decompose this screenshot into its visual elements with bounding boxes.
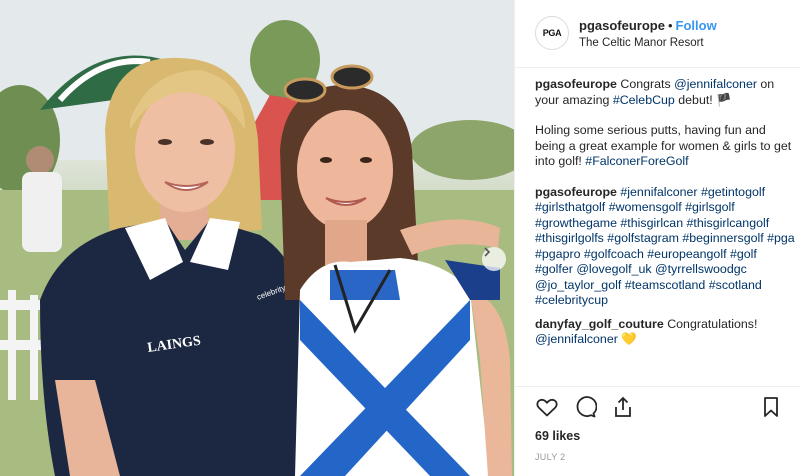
- comments-list: pgasofeurope Congrats @jennifalconer on …: [535, 77, 797, 363]
- likes-count[interactable]: 69 likes: [535, 429, 580, 443]
- caption-para2-hashtag[interactable]: #FalconerForeGolf: [585, 154, 688, 168]
- separator-dot: •: [667, 18, 673, 33]
- caption-text-mid2: debut!: [674, 92, 717, 107]
- caption-username[interactable]: pgasofeurope: [535, 77, 617, 91]
- photo-illustration: LAINGS celebrity cup: [0, 0, 514, 476]
- header-line: pgasofeurope • Follow: [579, 18, 717, 33]
- follow-button[interactable]: Follow: [676, 18, 717, 33]
- post-date: JULY 2: [535, 452, 566, 462]
- heart-icon: [535, 398, 559, 422]
- caption-mention[interactable]: @jennifalconer: [674, 77, 757, 91]
- carousel-next-button[interactable]: [482, 247, 506, 271]
- action-bar: 69 likes JULY 2: [515, 386, 800, 476]
- caption-hashtag[interactable]: #CelebCup: [613, 93, 675, 107]
- header-username[interactable]: pgasofeurope: [579, 18, 665, 33]
- save-button[interactable]: [759, 395, 783, 419]
- comment-text: Congratulations!: [667, 316, 758, 331]
- comment-username[interactable]: danyfay_golf_couture: [535, 317, 664, 331]
- list-item: pgasofeurope #jennifalconer #getintogolf…: [535, 185, 797, 309]
- avatar[interactable]: PGA: [535, 16, 569, 50]
- share-button[interactable]: [611, 395, 635, 419]
- location-link[interactable]: The Celtic Manor Resort: [579, 37, 704, 49]
- caption-paragraph-2: Holing some serious putts, having fun an…: [535, 123, 797, 170]
- share-icon: [611, 396, 635, 422]
- caption: pgasofeurope Congrats @jennifalconer on …: [535, 77, 797, 170]
- comment-username[interactable]: pgasofeurope: [535, 185, 617, 199]
- caption-text-pre: Congrats: [620, 77, 675, 91]
- bookmark-icon: [759, 397, 783, 422]
- yellow-heart-emoji: 💛: [621, 332, 637, 346]
- post-side-panel: PGA pgasofeurope • Follow The Celtic Manor…: [514, 0, 800, 476]
- scotland-flag-emoji: 🏴: [716, 92, 732, 107]
- list-item: danyfay_golf_couture Congratulations! @j…: [535, 317, 797, 348]
- comment-mention[interactable]: @jennifalconer: [535, 332, 618, 346]
- like-button[interactable]: [535, 395, 559, 419]
- post-photo[interactable]: LAINGS celebrity cup: [0, 0, 514, 476]
- comment-hashtags[interactable]: #jennifalconer #getintogolf #girlsthatgo…: [535, 185, 795, 308]
- comment-button[interactable]: [573, 395, 598, 422]
- post-header: PGA pgasofeurope • Follow The Celtic Manor…: [515, 0, 800, 68]
- comment-icon: [573, 396, 598, 422]
